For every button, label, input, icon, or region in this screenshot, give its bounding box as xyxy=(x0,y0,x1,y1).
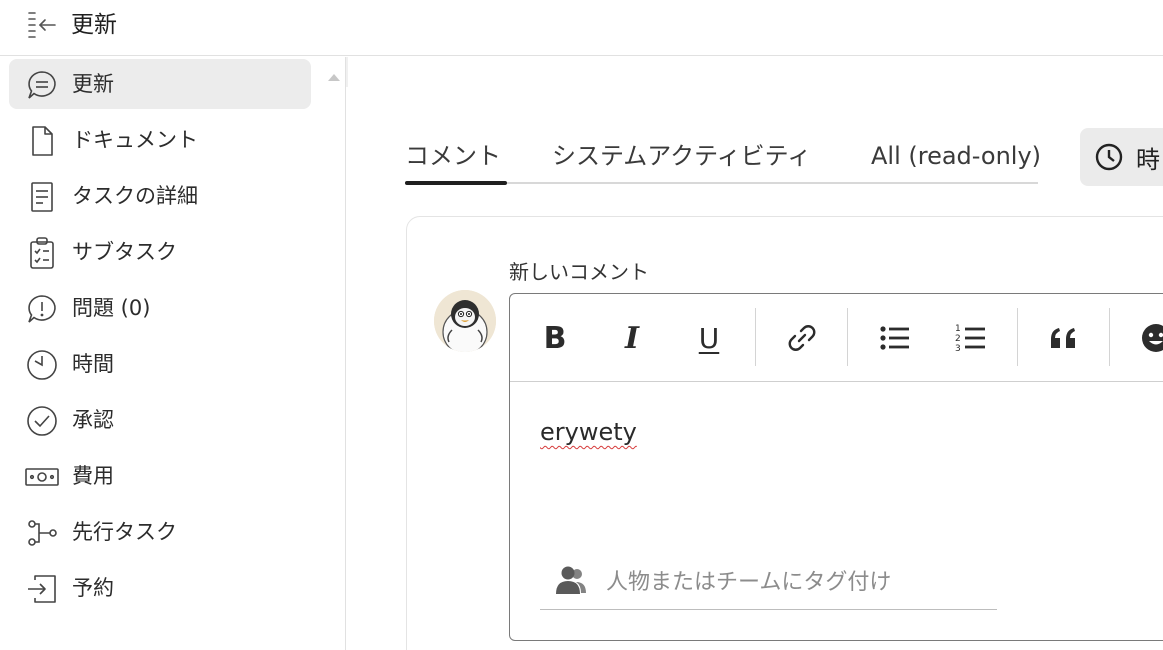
formatting-toolbar: B I U 123 xyxy=(510,294,1163,382)
clock-icon xyxy=(25,348,59,382)
bold-icon: B xyxy=(543,320,567,356)
bulleted-list-button[interactable] xyxy=(871,314,919,362)
sidebar-item-label: 費用 xyxy=(72,464,114,488)
sidebar-item-task-details[interactable]: タスクの詳細 xyxy=(9,171,311,221)
sidebar-item-approvals[interactable]: 承認 xyxy=(9,395,311,445)
sidebar-item-label: 問題 (0) xyxy=(72,296,151,320)
comment-text-input[interactable]: erywety xyxy=(540,418,637,446)
approval-check-icon xyxy=(25,404,59,438)
scroll-up-arrow[interactable] xyxy=(326,69,342,83)
expense-money-icon xyxy=(25,460,59,494)
svg-text:1: 1 xyxy=(955,324,961,334)
sidebar-item-expenses[interactable]: 費用 xyxy=(9,451,311,501)
svg-text:2: 2 xyxy=(955,334,961,344)
active-tab-indicator xyxy=(405,181,507,185)
toolbar-divider xyxy=(1017,308,1018,366)
predecessor-icon xyxy=(25,516,59,550)
time-filter-label: 時 xyxy=(1136,145,1160,174)
sidebar-nav: 更新 ドキュメント タスクの詳細 サブタスク 問題 (0) 時間 承認 費用 先… xyxy=(0,57,346,650)
task-details-icon xyxy=(25,180,59,214)
bulleted-list-icon xyxy=(880,326,909,350)
sidebar-item-label: タスクの詳細 xyxy=(72,184,198,208)
sidebar-item-updates[interactable]: 更新 xyxy=(9,59,311,109)
svg-text:3: 3 xyxy=(955,344,961,354)
avatar[interactable] xyxy=(434,290,496,352)
sidebar-item-documents[interactable]: ドキュメント xyxy=(9,115,311,165)
collapse-panel-button[interactable] xyxy=(24,9,60,41)
tab-system-activity[interactable]: システムアクティビティ xyxy=(552,138,811,174)
comment-icon xyxy=(25,68,59,102)
bold-button[interactable]: B xyxy=(531,314,579,362)
toolbar-divider xyxy=(755,308,756,366)
sidebar-item-hours[interactable]: 時間 xyxy=(9,339,311,389)
top-header: 更新 xyxy=(0,0,1163,56)
sidebar-item-predecessors[interactable]: 先行タスク xyxy=(9,507,311,557)
tag-people-field[interactable]: 人物またはチームにタグ付け xyxy=(540,556,997,610)
underline-icon: U xyxy=(698,321,720,355)
subtask-clipboard-icon xyxy=(25,236,59,270)
underline-button[interactable]: U xyxy=(685,314,733,362)
sidebar-item-label: 承認 xyxy=(72,408,114,432)
new-comment-heading: 新しいコメント xyxy=(509,260,649,284)
sidebar-item-subtasks[interactable]: サブタスク xyxy=(9,227,311,277)
tab-comments[interactable]: コメント xyxy=(405,138,501,174)
numbered-list-icon: 123 xyxy=(955,324,985,354)
sidebar-item-label: ドキュメント xyxy=(72,128,198,152)
link-button[interactable] xyxy=(778,314,826,362)
sidebar-item-bookings[interactable]: 予約 xyxy=(9,563,311,613)
sidebar-item-label: 時間 xyxy=(72,352,114,376)
italic-icon: I xyxy=(624,320,640,356)
issue-icon xyxy=(25,292,59,326)
link-icon xyxy=(788,325,816,351)
sidebar-item-label: 更新 xyxy=(72,72,114,96)
document-icon xyxy=(25,124,59,158)
emoji-icon xyxy=(1142,324,1163,352)
sidebar-item-label: 予約 xyxy=(72,576,114,600)
quote-button[interactable] xyxy=(1040,314,1088,362)
toolbar-divider xyxy=(847,308,848,366)
numbered-list-button[interactable]: 123 xyxy=(947,314,995,362)
sidebar-item-label: サブタスク xyxy=(72,240,177,264)
sidebar-item-issues[interactable]: 問題 (0) xyxy=(9,283,311,333)
italic-button[interactable]: I xyxy=(608,314,656,362)
clock-icon xyxy=(1095,143,1123,171)
emoji-button[interactable] xyxy=(1132,314,1163,362)
booking-icon xyxy=(25,572,59,606)
tag-placeholder: 人物またはチームにタグ付け xyxy=(606,570,892,595)
comment-editor: B I U 123 erywety 人物またはチームにタグ付け xyxy=(509,293,1163,641)
sidebar-scrollbar[interactable] xyxy=(346,57,348,87)
quote-icon xyxy=(1051,328,1075,348)
collapse-panel-icon xyxy=(28,12,56,38)
toolbar-divider xyxy=(1109,308,1110,366)
people-icon xyxy=(556,566,586,594)
time-filter-button[interactable]: 時 xyxy=(1080,128,1163,186)
tab-all-read-only[interactable]: All (read-only) xyxy=(871,138,1041,174)
page-title: 更新 xyxy=(71,12,117,38)
sidebar-item-label: 先行タスク xyxy=(72,520,177,544)
